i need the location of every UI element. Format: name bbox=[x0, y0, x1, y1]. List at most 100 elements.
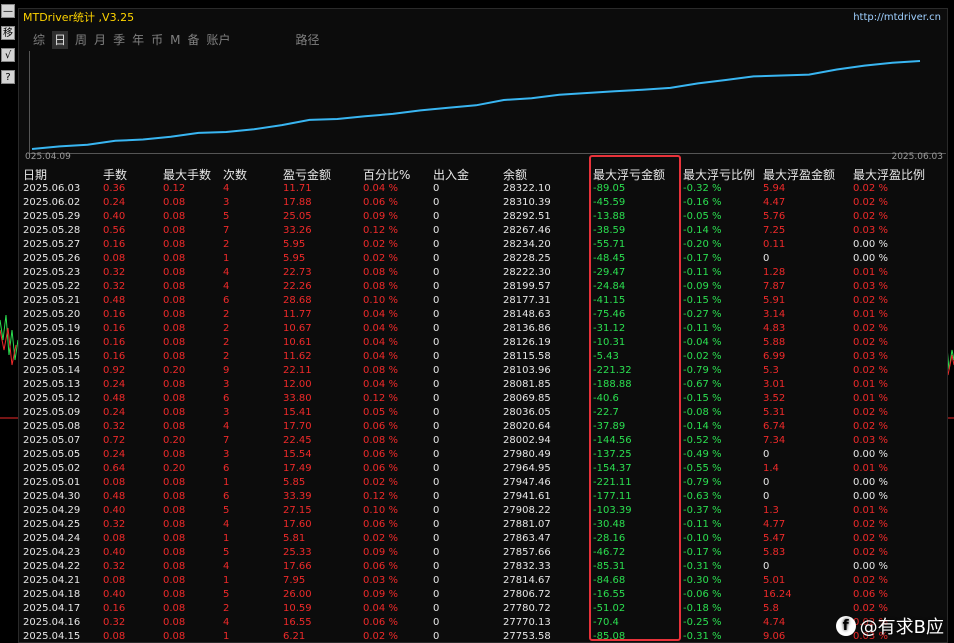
cell-max-lots: 0.08 bbox=[163, 295, 186, 306]
cell-max-float-loss-pct: -0.10 % bbox=[683, 533, 722, 544]
cell-date: 2025.04.15 bbox=[23, 631, 81, 642]
table-row[interactable]: 2025.04.22 0.32 0.08 4 17.66 0.06 % 0 27832.33 -… bbox=[23, 560, 943, 574]
table-row[interactable]: 2025.04.15 0.08 0.08 1 6.21 0.02 % 0 27753.58 -8… bbox=[23, 630, 943, 642]
cell-max-float-profit-pct: 0.02 % bbox=[853, 421, 888, 432]
cell-lots: 0.24 bbox=[103, 449, 126, 460]
cell-max-float-loss-pct: -0.18 % bbox=[683, 603, 722, 614]
table-row[interactable]: 2025.05.08 0.32 0.08 4 17.70 0.06 % 0 28020.64 -… bbox=[23, 420, 943, 434]
cell-pnl: 17.66 bbox=[283, 561, 312, 572]
cell-percent: 0.05 % bbox=[363, 407, 398, 418]
cell-max-float-profit: 3.14 bbox=[763, 309, 786, 320]
cell-pnl: 28.68 bbox=[283, 295, 312, 306]
tab-7[interactable]: M bbox=[170, 31, 180, 49]
table-row[interactable]: 2025.05.12 0.48 0.08 6 33.80 0.12 % 0 28069.85 -… bbox=[23, 392, 943, 406]
tab-4[interactable]: 季 bbox=[113, 31, 125, 49]
table-row[interactable]: 2025.05.05 0.24 0.08 3 15.54 0.06 % 0 27980.49 -… bbox=[23, 448, 943, 462]
cell-count: 4 bbox=[223, 267, 230, 278]
table-row[interactable]: 2025.04.17 0.16 0.08 2 10.59 0.04 % 0 27780.72 -… bbox=[23, 602, 943, 616]
background-price-chart-left bbox=[0, 314, 18, 419]
table-row[interactable]: 2025.05.07 0.72 0.20 7 22.45 0.08 % 0 28002.94 -… bbox=[23, 434, 943, 448]
cell-max-float-profit: 16.24 bbox=[763, 589, 792, 600]
cell-lots: 0.32 bbox=[103, 421, 126, 432]
table-row[interactable]: 2025.06.03 0.36 0.12 4 11.71 0.04 % 0 28322.10 -… bbox=[23, 182, 943, 196]
cell-max-float-profit-pct: 0.00 % bbox=[853, 477, 888, 488]
tab-9[interactable]: 账户 bbox=[206, 31, 230, 49]
cell-max-lots: 0.08 bbox=[163, 477, 186, 488]
move-tool-button[interactable]: 移 bbox=[1, 26, 15, 40]
cell-date: 2025.05.01 bbox=[23, 477, 81, 488]
table-row[interactable]: 2025.04.24 0.08 0.08 1 5.81 0.02 % 0 27863.47 -2… bbox=[23, 532, 943, 546]
cell-max-float-loss-pct: -0.37 % bbox=[683, 505, 722, 516]
cell-max-float-profit-pct: 0.06 % bbox=[853, 589, 888, 600]
table-row[interactable]: 2025.04.23 0.40 0.08 5 25.33 0.09 % 0 27857.66 -… bbox=[23, 546, 943, 560]
cell-pnl: 11.71 bbox=[283, 183, 312, 194]
table-row[interactable]: 2025.04.25 0.32 0.08 4 17.60 0.06 % 0 27881.07 -… bbox=[23, 518, 943, 532]
cell-max-float-profit-pct: 0.02 % bbox=[853, 519, 888, 530]
cell-date: 2025.04.16 bbox=[23, 617, 81, 628]
cell-lots: 0.56 bbox=[103, 225, 126, 236]
table-row[interactable]: 2025.04.16 0.32 0.08 4 16.55 0.06 % 0 27770.13 -… bbox=[23, 616, 943, 630]
table-row[interactable]: 2025.05.20 0.16 0.08 2 11.77 0.04 % 0 28148.63 -… bbox=[23, 308, 943, 322]
cell-balance: 28103.96 bbox=[503, 365, 551, 376]
table-row[interactable]: 2025.04.29 0.40 0.08 5 27.15 0.10 % 0 27908.22 -… bbox=[23, 504, 943, 518]
table-row[interactable]: 2025.05.14 0.92 0.20 9 22.11 0.08 % 0 28103.96 -… bbox=[23, 364, 943, 378]
table-row[interactable]: 2025.05.13 0.24 0.08 3 12.00 0.04 % 0 28081.85 -… bbox=[23, 378, 943, 392]
tab-8[interactable]: 备 bbox=[187, 31, 199, 49]
table-row[interactable]: 2025.06.02 0.24 0.08 3 17.88 0.06 % 0 28310.39 -… bbox=[23, 196, 943, 210]
table-row[interactable]: 2025.05.23 0.32 0.08 4 22.73 0.08 % 0 28222.30 -… bbox=[23, 266, 943, 280]
table-row[interactable]: 2025.05.16 0.16 0.08 2 10.61 0.04 % 0 28126.19 -… bbox=[23, 336, 943, 350]
tab-1[interactable]: 日 bbox=[52, 31, 69, 49]
cell-percent: 0.06 % bbox=[363, 421, 398, 432]
tab-2[interactable]: 周 bbox=[75, 31, 87, 49]
cell-date: 2025.05.20 bbox=[23, 309, 81, 320]
tab-5[interactable]: 年 bbox=[132, 31, 144, 49]
cell-count: 2 bbox=[223, 239, 230, 250]
header-count: 次数 bbox=[223, 168, 248, 182]
table-row[interactable]: 2025.05.22 0.32 0.08 4 22.26 0.08 % 0 28199.57 -… bbox=[23, 280, 943, 294]
site-link[interactable]: http://mtdriver.cn bbox=[853, 9, 941, 27]
table-row[interactable]: 2025.05.27 0.16 0.08 2 5.95 0.02 % 0 28234.20 -5… bbox=[23, 238, 943, 252]
cell-max-lots: 0.08 bbox=[163, 379, 186, 390]
table-row[interactable]: 2025.05.29 0.40 0.08 5 25.05 0.09 % 0 28292.51 -… bbox=[23, 210, 943, 224]
balance-curve bbox=[31, 60, 921, 150]
cell-date: 2025.05.12 bbox=[23, 393, 81, 404]
cell-percent: 0.12 % bbox=[363, 393, 398, 404]
cell-max-float-profit: 0 bbox=[763, 449, 770, 460]
cell-count: 7 bbox=[223, 435, 230, 446]
cell-max-lots: 0.08 bbox=[163, 225, 186, 236]
cell-count: 1 bbox=[223, 533, 230, 544]
help-tool-button[interactable]: ? bbox=[1, 70, 15, 84]
table-row[interactable]: 2025.05.21 0.48 0.08 6 28.68 0.10 % 0 28177.31 -… bbox=[23, 294, 943, 308]
cell-date: 2025.05.27 bbox=[23, 239, 81, 250]
table-row[interactable]: 2025.04.18 0.40 0.08 5 26.00 0.09 % 0 27806.72 -… bbox=[23, 588, 943, 602]
minimize-tool-button[interactable]: — bbox=[1, 4, 15, 18]
table-row[interactable]: 2025.05.02 0.64 0.20 6 17.49 0.06 % 0 27964.95 -… bbox=[23, 462, 943, 476]
cell-date: 2025.05.05 bbox=[23, 449, 81, 460]
cell-percent: 0.04 % bbox=[363, 603, 398, 614]
cell-percent: 0.06 % bbox=[363, 519, 398, 530]
cell-deposit: 0 bbox=[433, 533, 440, 544]
cell-pnl: 5.95 bbox=[283, 239, 306, 250]
cell-date: 2025.05.28 bbox=[23, 225, 81, 236]
tab-10[interactable]: 路径 bbox=[296, 31, 320, 49]
tab-0[interactable]: 综 bbox=[33, 31, 45, 49]
table-row[interactable]: 2025.05.26 0.08 0.08 1 5.95 0.02 % 0 28228.25 -4… bbox=[23, 252, 943, 266]
table-row[interactable]: 2025.05.01 0.08 0.08 1 5.85 0.02 % 0 27947.46 -2… bbox=[23, 476, 943, 490]
tab-3[interactable]: 月 bbox=[94, 31, 106, 49]
table-row[interactable]: 2025.05.15 0.16 0.08 2 11.62 0.04 % 0 28115.58 -… bbox=[23, 350, 943, 364]
header-percent: 百分比% bbox=[363, 168, 411, 182]
cell-deposit: 0 bbox=[433, 197, 440, 208]
cell-lots: 0.16 bbox=[103, 351, 126, 362]
tab-6[interactable]: 币 bbox=[151, 31, 163, 49]
check-tool-button[interactable]: √ bbox=[1, 48, 15, 62]
cell-percent: 0.08 % bbox=[363, 281, 398, 292]
cell-count: 4 bbox=[223, 519, 230, 530]
table-row[interactable]: 2025.05.09 0.24 0.08 3 15.41 0.05 % 0 28036.05 -… bbox=[23, 406, 943, 420]
table-row[interactable]: 2025.05.28 0.56 0.08 7 33.26 0.12 % 0 28267.46 -… bbox=[23, 224, 943, 238]
cell-balance: 28115.58 bbox=[503, 351, 551, 362]
cell-lots: 0.24 bbox=[103, 379, 126, 390]
table-row[interactable]: 2025.05.19 0.16 0.08 2 10.67 0.04 % 0 28136.86 -… bbox=[23, 322, 943, 336]
table-row[interactable]: 2025.04.21 0.08 0.08 1 7.95 0.03 % 0 27814.67 -8… bbox=[23, 574, 943, 588]
cell-percent: 0.02 % bbox=[363, 631, 398, 642]
table-row[interactable]: 2025.04.30 0.48 0.08 6 33.39 0.12 % 0 27941.61 -… bbox=[23, 490, 943, 504]
